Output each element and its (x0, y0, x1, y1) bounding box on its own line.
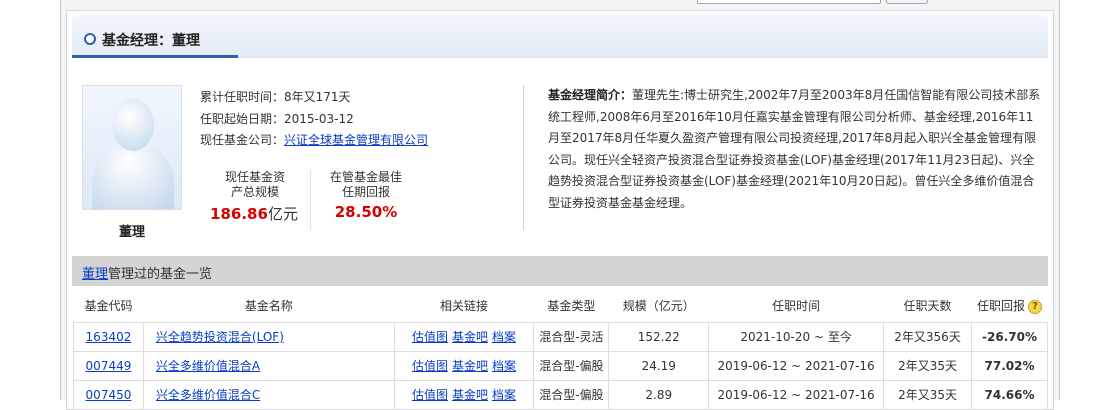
intro-text: 董理先生:博士研究生,2002年7月至2003年8月任国信智能有限公司技术部系统… (548, 88, 1041, 210)
fund-list-header (72, 256, 1048, 286)
tenure-days: 2年又356天 (883, 321, 973, 352)
tenure-label: 累计任职时间： (200, 90, 285, 104)
related-links: 估值图 基金吧 档案 (393, 379, 535, 410)
best-return-label: 在管基金最佳 任期回报 (329, 170, 402, 199)
start-date-value: 2015-03-12 (284, 112, 354, 126)
tenure-info: 累计任职时间：8年又171天 (200, 88, 351, 105)
tenure-period: 2019-06-12 ~ 2021-07-16 (708, 379, 885, 410)
tenure-return: 77.02% (971, 350, 1048, 381)
fund-archive-link[interactable]: 档案 (492, 359, 516, 373)
manager-name: 董理 (118, 225, 145, 240)
fund-forum-link[interactable]: 基金吧 (452, 359, 488, 373)
table-row: 163402 兴全趋势投资混合(LOF) 估值图 基金吧 档案 混合型-灵活 152… (73, 321, 1048, 352)
fund-code-link[interactable]: 163402 (86, 330, 132, 344)
fund-scale: 24.19 (608, 350, 710, 381)
table-header-row: 基金代码 基金名称 相关链接 基金类型 规模（亿元） 任职时间 任职天数 任职回… (74, 290, 1048, 322)
col-header-links: 相关链接 (439, 299, 488, 314)
company-label: 现任基金公司： (200, 133, 285, 147)
table-row: 007449 兴全多维价值混合A 估值图 基金吧 档案 混合型-偏股 24.19 2… (73, 350, 1048, 381)
tenure-days: 2年又35天 (883, 379, 973, 410)
fund-scale: 152.22 (608, 321, 710, 352)
start-date-info: 任职起始日期：2015-03-12 (200, 110, 354, 127)
company-link[interactable]: 兴证全球基金管理有限公司 (284, 133, 428, 147)
tenure-period: 2021-10-20 ~ 至今 (708, 321, 885, 352)
top-search-button[interactable] (886, 0, 928, 4)
fund-name-link[interactable]: 兴全趋势投资混合(LOF) (156, 330, 284, 344)
section-header-tab-underline (72, 55, 238, 58)
fund-code-link[interactable]: 007449 (86, 359, 132, 373)
section-header (72, 15, 1048, 57)
total-assets-value: 186.86亿元 (204, 203, 304, 224)
total-assets-label: 现任基金资 产总规模 (224, 170, 285, 199)
col-header-period: 任职时间 (772, 299, 821, 314)
fund-list-title-suffix: 管理过的基金一览 (108, 267, 213, 282)
fund-name-link[interactable]: 兴全多维价值混合A (156, 359, 260, 373)
tenure-return: -26.70% (971, 321, 1048, 352)
col-header-return: 任职回报? (972, 290, 1048, 322)
valuation-chart-link[interactable]: 估值图 (412, 330, 448, 344)
col-header-code: 基金代码 (84, 299, 133, 314)
manager-name-link[interactable]: 董理 (82, 267, 108, 282)
related-links: 估值图 基金吧 档案 (393, 350, 535, 381)
fund-forum-link[interactable]: 基金吧 (452, 330, 488, 344)
col-header-scale: 规模（亿元） (622, 299, 695, 314)
total-assets-unit: 亿元 (267, 205, 298, 223)
page-title: 基金经理：董理 (102, 33, 200, 49)
related-links: 估值图 基金吧 档案 (393, 321, 535, 352)
fund-code-link[interactable]: 007450 (86, 388, 132, 402)
valuation-chart-link[interactable]: 估值图 (412, 359, 448, 373)
col-header-days: 任职天数 (903, 299, 952, 314)
tenure-days: 2年又35天 (883, 350, 973, 381)
col-header-return-label: 任职回报 (977, 299, 1026, 314)
circle-bullet-icon (84, 33, 96, 45)
col-header-name: 基金名称 (244, 299, 293, 314)
best-return-value: 28.50% (316, 203, 416, 221)
company-info: 现任基金公司：兴证全球基金管理有限公司 (200, 131, 428, 148)
vertical-divider (523, 85, 524, 230)
fund-list-title: 董理管理过的基金一览 (82, 263, 212, 282)
start-date-label: 任职起始日期： (200, 112, 285, 126)
manager-intro: 基金经理简介：董理先生:博士研究生,2002年7月至2003年8月任国信智能有限… (548, 85, 1044, 215)
tenure-value: 8年又171天 (284, 90, 351, 104)
fund-archive-link[interactable]: 档案 (492, 330, 516, 344)
tenure-period: 2019-06-12 ~ 2021-07-16 (708, 350, 885, 381)
fund-type: 混合型-偏股 (533, 379, 610, 410)
intro-label: 基金经理简介： (548, 88, 633, 102)
fund-table: 基金代码 基金名称 相关链接 基金类型 规模（亿元） 任职时间 任职天数 任职回… (73, 290, 1048, 410)
avatar-body-shape (92, 142, 174, 209)
fund-scale: 2.89 (608, 379, 710, 410)
tenure-return: 74.66% (971, 379, 1048, 410)
table-row: 007450 兴全多维价值混合C 估值图 基金吧 档案 混合型-偏股 2.89 20… (73, 379, 1048, 410)
col-header-type: 基金类型 (547, 299, 596, 314)
manager-avatar (82, 85, 182, 210)
best-return-number: 28.50% (334, 203, 398, 221)
fund-type: 混合型-偏股 (533, 350, 610, 381)
avatar-head-shape (112, 99, 154, 151)
help-icon[interactable]: ? (1028, 299, 1043, 314)
stat-divider (310, 170, 311, 230)
fund-type: 混合型-灵活 (533, 321, 610, 352)
total-assets-number: 186.86 (210, 205, 268, 223)
top-search-input[interactable] (697, 0, 881, 4)
